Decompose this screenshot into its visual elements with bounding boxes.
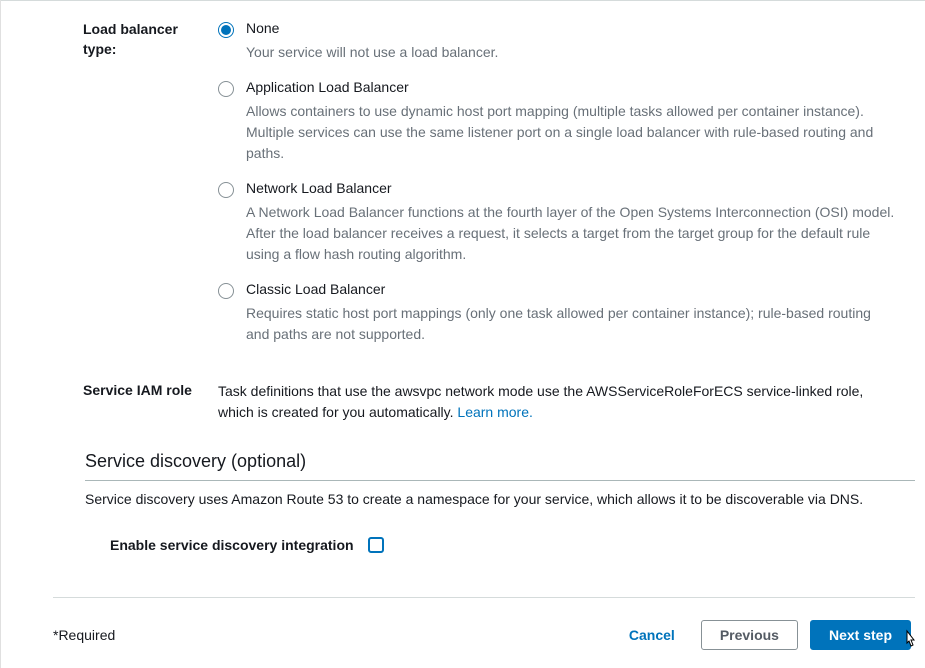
radio-title: None	[246, 20, 895, 36]
radio-option-alb[interactable]: Application Load Balancer Allows contain…	[218, 79, 895, 164]
radio-desc: Your service will not use a load balance…	[246, 42, 895, 63]
next-step-button[interactable]: Next step	[810, 620, 911, 650]
learn-more-link[interactable]: Learn more.	[457, 404, 532, 420]
radio-desc: Allows containers to use dynamic host po…	[246, 101, 895, 164]
previous-button[interactable]: Previous	[701, 620, 798, 650]
radio-desc: A Network Load Balancer functions at the…	[246, 202, 895, 265]
radio-icon	[218, 182, 234, 198]
radio-icon	[218, 283, 234, 299]
radio-title: Application Load Balancer	[246, 79, 895, 95]
radio-desc: Requires static host port mappings (only…	[246, 303, 895, 345]
enable-service-discovery-checkbox[interactable]	[368, 537, 384, 553]
radio-option-none[interactable]: None Your service will not use a load ba…	[218, 20, 895, 63]
service-discovery-subtext: Service discovery uses Amazon Route 53 t…	[85, 491, 915, 507]
radio-option-clb[interactable]: Classic Load Balancer Requires static ho…	[218, 281, 895, 345]
load-balancer-type-label: Load balancer type:	[83, 20, 218, 361]
service-discovery-header: Service discovery (optional)	[85, 423, 915, 480]
radio-title: Classic Load Balancer	[246, 281, 895, 297]
radio-icon	[218, 81, 234, 97]
radio-title: Network Load Balancer	[246, 180, 895, 196]
radio-icon	[218, 22, 234, 38]
service-iam-role-text: Task definitions that use the awsvpc net…	[218, 381, 895, 423]
radio-option-nlb[interactable]: Network Load Balancer A Network Load Bal…	[218, 180, 895, 265]
service-iam-role-label: Service IAM role	[83, 381, 218, 423]
service-iam-role-desc: Task definitions that use the awsvpc net…	[218, 383, 863, 420]
cancel-button[interactable]: Cancel	[615, 621, 689, 649]
enable-service-discovery-label: Enable service discovery integration	[110, 537, 354, 553]
required-label: *Required	[53, 627, 115, 643]
